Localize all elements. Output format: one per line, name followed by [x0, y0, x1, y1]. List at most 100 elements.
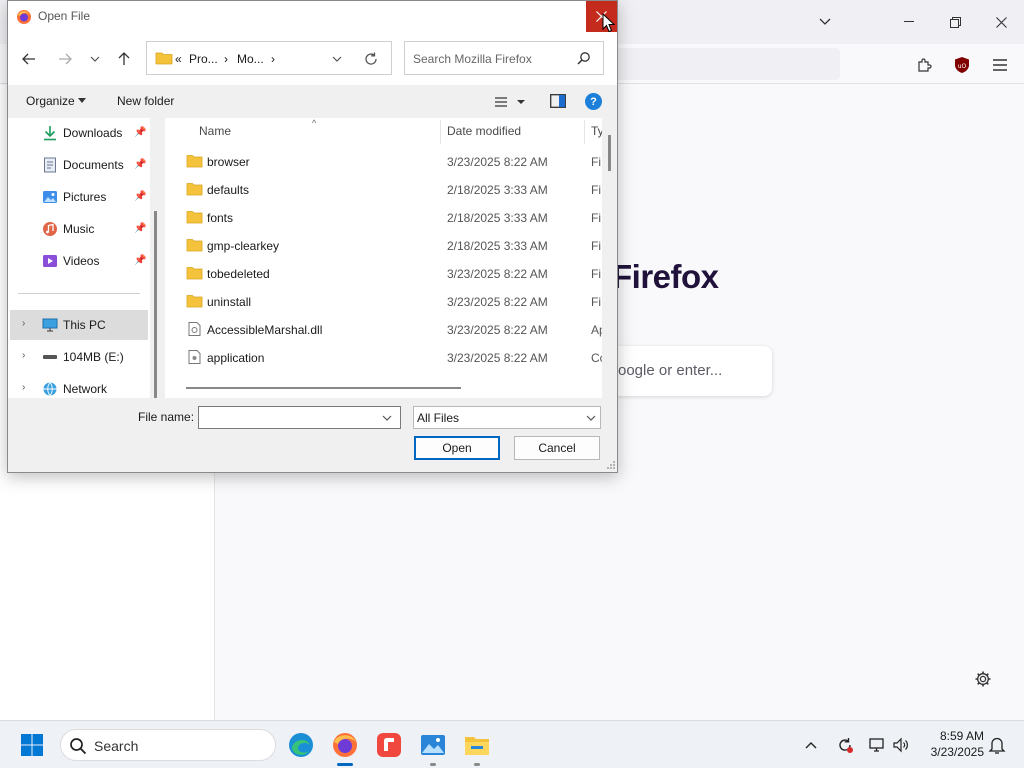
nav-item-this-pc[interactable]: › This PC — [10, 310, 148, 340]
file-name: application — [207, 351, 265, 365]
red-app-icon[interactable] — [375, 731, 403, 759]
file-row[interactable]: defaults 2/18/2025 3:33 AM Fi — [165, 176, 602, 204]
pictures-icon — [43, 191, 57, 203]
chevron-down-icon[interactable] — [382, 415, 392, 421]
network-status-icon[interactable] — [866, 733, 888, 757]
taskbar-clock[interactable]: 8:59 AM 3/23/2025 — [918, 728, 984, 760]
firefox-brand-text: Firefox — [612, 258, 719, 295]
expand-chevron-icon[interactable]: › — [22, 350, 25, 361]
organize-menu-button[interactable]: Organize — [26, 94, 75, 108]
file-explorer-icon[interactable] — [463, 731, 491, 766]
breadcrumb-program-files[interactable]: Pro... — [189, 52, 218, 66]
file-row[interactable]: browser 3/23/2025 8:22 AM Fi — [165, 148, 602, 176]
expand-chevron-icon[interactable]: › — [22, 382, 25, 393]
address-dropdown-button[interactable] — [328, 50, 346, 68]
column-header-name[interactable]: Name — [199, 124, 231, 138]
extensions-button[interactable] — [910, 52, 938, 78]
column-separator[interactable] — [584, 120, 585, 144]
file-name-label: File name: — [138, 410, 195, 424]
volume-icon[interactable] — [890, 733, 912, 757]
windows-start-icon[interactable] — [20, 733, 44, 757]
open-button[interactable]: Open — [414, 436, 500, 460]
search-icon — [70, 738, 87, 755]
firefox-icon[interactable] — [331, 731, 359, 766]
open-file-dialog: Open File « Pro... › Mo... › Search Mozi… — [7, 0, 618, 473]
column-headers: ^ Name Date modified Ty — [165, 118, 602, 144]
folder-search-input[interactable]: Search Mozilla Firefox — [404, 41, 604, 75]
taskbar-search-box[interactable]: Search — [60, 729, 276, 761]
file-row[interactable]: gmp-clearkey 2/18/2025 3:33 AM Fi — [165, 232, 602, 260]
breadcrumb-mozilla-firefox[interactable]: Mo... — [237, 52, 264, 66]
search-icon — [577, 52, 590, 65]
nav-pane-scrollbar[interactable] — [154, 211, 157, 398]
minimize-button[interactable] — [886, 8, 932, 36]
download-icon — [44, 126, 56, 141]
edge-icon[interactable] — [287, 731, 315, 759]
file-row[interactable]: AccessibleMarshal.dll 3/23/2025 8:22 AM … — [165, 316, 602, 344]
svg-text:uO: uO — [958, 63, 967, 70]
dialog-title: Open File — [38, 9, 91, 23]
column-header-type[interactable]: Ty — [591, 124, 602, 138]
change-view-button[interactable] — [494, 93, 530, 111]
file-name: gmp-clearkey — [207, 239, 280, 253]
cancel-button[interactable]: Cancel — [514, 436, 600, 460]
breadcrumb-overflow[interactable]: « — [175, 52, 182, 66]
nav-item-downloads[interactable]: Downloads 📌 — [10, 118, 148, 148]
nav-item-pictures[interactable]: Pictures 📌 — [10, 182, 148, 212]
file-row[interactable]: tobedeleted 3/23/2025 8:22 AM Fi — [165, 260, 602, 288]
refresh-button[interactable] — [361, 50, 381, 68]
nav-item-network[interactable]: › Network — [10, 374, 148, 398]
command-bar: Organize New folder ? — [8, 85, 617, 118]
folder-icon — [155, 52, 173, 65]
nav-item-videos[interactable]: Videos 📌 — [10, 246, 148, 276]
forward-button[interactable] — [52, 46, 78, 72]
address-bar[interactable]: « Pro... › Mo... › — [146, 41, 392, 75]
ublock-origin-icon[interactable]: uO — [948, 52, 976, 78]
file-row[interactable]: fonts 2/18/2025 3:33 AM Fi — [165, 204, 602, 232]
file-date: 2/18/2025 3:33 AM — [447, 183, 548, 197]
new-folder-button[interactable]: New folder — [117, 94, 174, 108]
file-name: fonts — [207, 211, 234, 225]
file-type: Fi — [591, 239, 601, 253]
url-bar[interactable] — [600, 48, 840, 80]
nav-item-drive-e[interactable]: › 104MB (E:) — [10, 342, 148, 372]
resize-grip-icon[interactable] — [606, 460, 616, 470]
show-hidden-icons-button[interactable] — [800, 733, 822, 757]
close-window-button[interactable] — [978, 8, 1024, 36]
column-header-date-modified[interactable]: Date modified — [447, 124, 521, 138]
recent-locations-button[interactable] — [82, 46, 108, 72]
list-all-tabs-button[interactable] — [810, 10, 840, 34]
restore-button[interactable] — [932, 8, 978, 36]
notification-bell-icon[interactable] — [988, 735, 1006, 755]
file-type-filter-select[interactable]: All Files — [413, 406, 601, 429]
help-button[interactable]: ? — [585, 93, 602, 110]
pin-icon: 📌 — [134, 255, 147, 266]
drive-icon — [43, 355, 57, 359]
breadcrumb-separator[interactable]: › — [271, 52, 275, 66]
file-name-input[interactable] — [198, 406, 401, 429]
gear-icon[interactable] — [970, 666, 996, 692]
file-row[interactable]: uninstall 3/23/2025 8:22 AM Fi — [165, 288, 602, 316]
file-type: Fi — [591, 155, 601, 169]
up-button[interactable] — [111, 46, 137, 72]
photos-icon[interactable] — [419, 731, 447, 766]
app-menu-button[interactable] — [986, 52, 1014, 78]
nav-item-documents[interactable]: Documents 📌 — [10, 150, 148, 180]
expand-chevron-icon[interactable]: › — [22, 318, 25, 329]
taskbar: Search 8:59 AM 3/23/2025 — [0, 720, 1024, 768]
dll-file-icon — [188, 322, 201, 336]
file-row[interactable]: application 3/23/2025 8:22 AM Cc — [165, 344, 602, 372]
folder-icon — [186, 239, 203, 252]
preview-pane-icon[interactable] — [550, 94, 566, 108]
column-separator[interactable] — [440, 120, 441, 144]
pin-icon: 📌 — [134, 127, 147, 138]
nav-item-music[interactable]: Music 📌 — [10, 214, 148, 244]
breadcrumb-separator[interactable]: › — [224, 52, 228, 66]
file-list-vertical-scrollbar[interactable] — [608, 135, 611, 171]
update-icon[interactable] — [834, 733, 856, 757]
folder-icon — [186, 267, 203, 280]
clock-time: 8:59 AM — [939, 729, 984, 743]
nav-item-label: Pictures — [63, 190, 107, 204]
file-list-horizontal-scrollbar[interactable] — [186, 387, 461, 389]
back-button[interactable] — [16, 46, 42, 72]
